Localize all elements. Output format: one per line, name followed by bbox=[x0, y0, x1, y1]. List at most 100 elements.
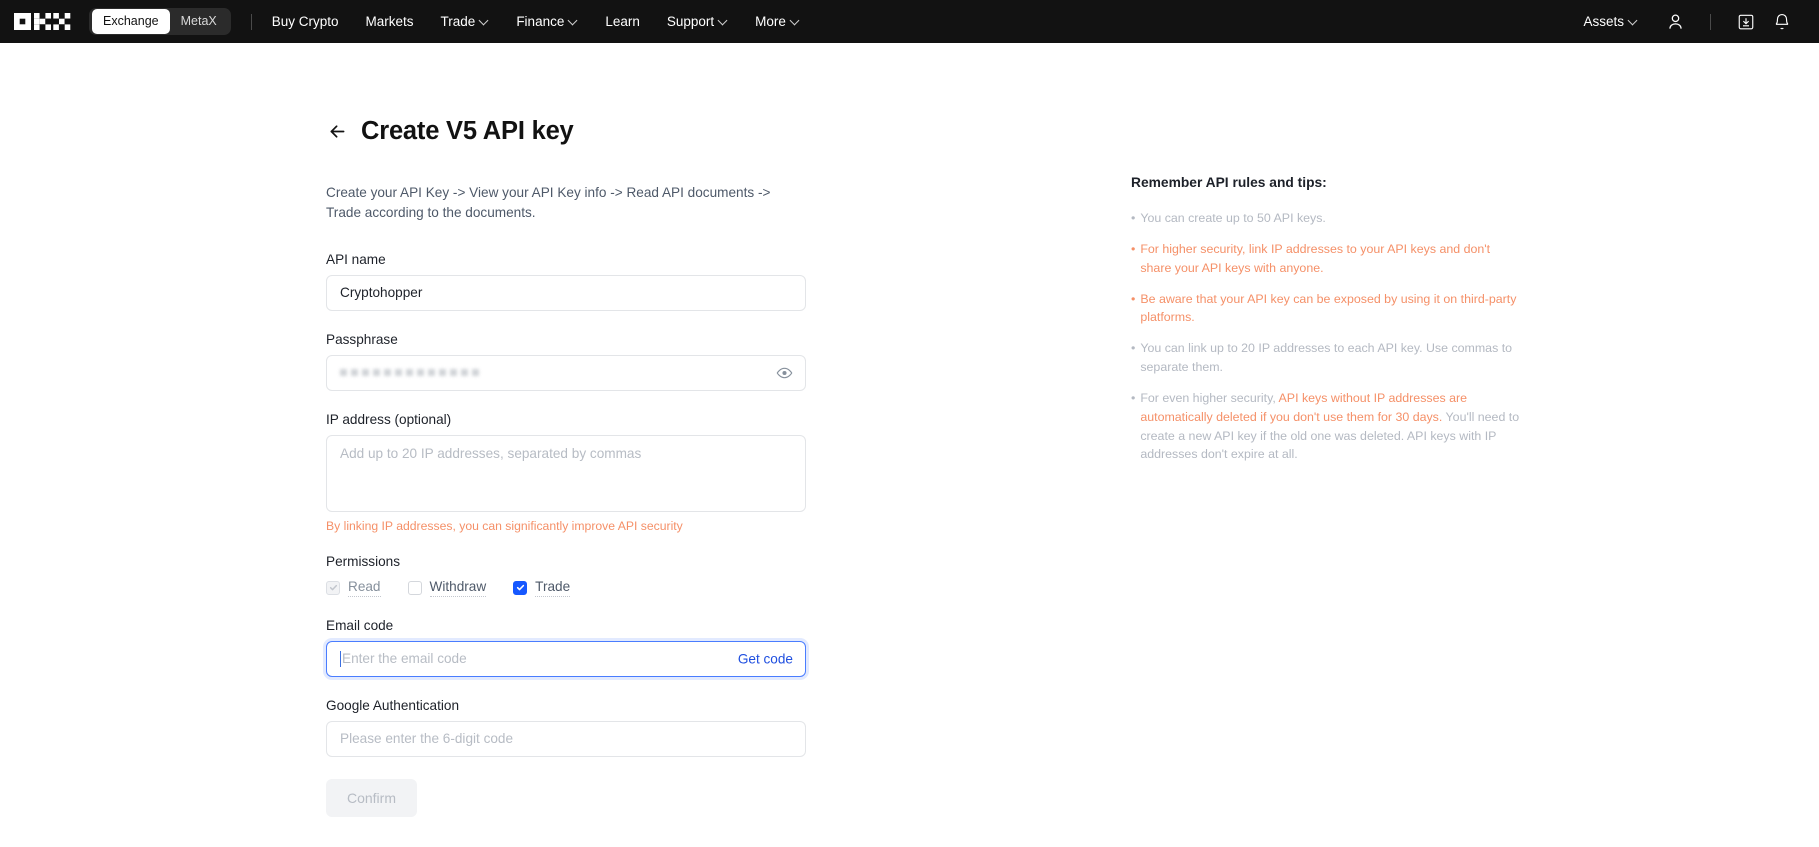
page-header: Create V5 API key bbox=[326, 117, 806, 146]
tip-text: You can create up to 50 API keys. bbox=[1140, 211, 1326, 225]
api-name-input[interactable]: Cryptohopper bbox=[326, 274, 806, 311]
permissions-label: Permissions bbox=[326, 553, 401, 569]
field-permissions: Permissions Read Withdraw Trade bbox=[326, 554, 806, 597]
ip-address-textarea[interactable]: Add up to 20 IP addresses, separated by … bbox=[326, 434, 806, 512]
nav-item-buy-crypto[interactable]: Buy Crypto bbox=[272, 14, 339, 29]
field-api-name: API name Cryptohopper bbox=[326, 252, 806, 311]
passphrase-masked-value bbox=[340, 369, 479, 377]
bullet-icon: • bbox=[1131, 341, 1136, 356]
nav-item-trade[interactable]: Trade bbox=[441, 14, 490, 29]
confirm-button[interactable]: Confirm bbox=[326, 778, 417, 817]
nav-item-more[interactable]: More bbox=[755, 14, 800, 29]
field-email-code: Email code Enter the email code Get code bbox=[326, 618, 806, 677]
nav-item-support[interactable]: Support bbox=[667, 14, 728, 29]
tips-title: Remember API rules and tips: bbox=[1131, 175, 1327, 190]
okx-logo[interactable] bbox=[14, 13, 71, 30]
ip-address-placeholder: Add up to 20 IP addresses, separated by … bbox=[340, 445, 642, 461]
check-icon bbox=[329, 585, 337, 591]
bullet-icon: • bbox=[1131, 241, 1136, 256]
text-cursor bbox=[340, 650, 341, 667]
chevron-down-icon bbox=[1629, 16, 1638, 25]
chevron-down-icon bbox=[480, 16, 489, 25]
permission-checkbox-withdraw[interactable]: Withdraw bbox=[407, 579, 487, 597]
nav-item-markets[interactable]: Markets bbox=[366, 14, 414, 29]
ip-address-hint: By linking IP addresses, you can signifi… bbox=[326, 518, 683, 533]
permission-checkbox-read[interactable]: Read bbox=[326, 579, 381, 597]
field-passphrase: Passphrase bbox=[326, 332, 806, 391]
field-ip-address: IP address (optional) Add up to 20 IP ad… bbox=[326, 412, 806, 533]
api-name-label: API name bbox=[326, 251, 386, 267]
segment-metax[interactable]: MetaX bbox=[170, 9, 228, 34]
tip-item: • For higher security, link IP addresses… bbox=[1131, 240, 1523, 278]
email-code-input[interactable]: Enter the email code Get code bbox=[326, 640, 806, 677]
tip-item: • For even higher security, API keys wit… bbox=[1131, 389, 1523, 464]
nav-item-label: Buy Crypto bbox=[271, 14, 339, 29]
page-body: Create V5 API key Create your API Key ->… bbox=[0, 43, 1819, 817]
nav-item-label: More bbox=[755, 14, 786, 29]
permission-label: Withdraw bbox=[429, 579, 487, 597]
form-column: Create V5 API key Create your API Key ->… bbox=[326, 117, 806, 817]
back-arrow-icon[interactable] bbox=[326, 121, 348, 143]
nav-divider bbox=[1710, 13, 1711, 30]
tip-item: • You can link up to 20 IP addresses to … bbox=[1131, 339, 1523, 377]
tips-panel: Remember API rules and tips: • You can c… bbox=[1131, 117, 1531, 817]
nav-item-label: Learn bbox=[605, 14, 640, 29]
nav-right-group: Assets bbox=[1583, 7, 1797, 37]
permission-checkbox-trade[interactable]: Trade bbox=[513, 579, 571, 597]
chevron-down-icon bbox=[791, 16, 800, 25]
permission-label: Trade bbox=[535, 579, 571, 597]
google-auth-placeholder: Please enter the 6-digit code bbox=[340, 731, 514, 747]
nav-item-label: Markets bbox=[365, 14, 414, 29]
permission-label: Read bbox=[348, 579, 381, 597]
bell-icon[interactable] bbox=[1767, 7, 1797, 37]
tip-item: • You can create up to 50 API keys. bbox=[1131, 209, 1523, 228]
checkbox-box bbox=[407, 580, 422, 595]
google-auth-label: Google Authentication bbox=[326, 697, 460, 713]
tip-text: For higher security, link IP addresses t… bbox=[1140, 241, 1491, 275]
nav-item-label: Trade bbox=[440, 14, 476, 29]
segment-exchange[interactable]: Exchange bbox=[92, 9, 170, 34]
intro-text: Create your API Key -> View your API Key… bbox=[326, 185, 771, 220]
nav-item-finance[interactable]: Finance bbox=[516, 14, 578, 29]
get-code-button[interactable]: Get code bbox=[738, 651, 793, 666]
eye-icon[interactable] bbox=[776, 364, 793, 381]
nav-item-learn[interactable]: Learn bbox=[605, 14, 640, 29]
chevron-down-icon bbox=[719, 16, 728, 25]
nav-divider bbox=[250, 13, 252, 30]
email-code-label: Email code bbox=[326, 617, 394, 633]
bullet-icon: • bbox=[1131, 291, 1136, 306]
passphrase-label: Passphrase bbox=[326, 331, 398, 347]
checkbox-box bbox=[513, 580, 528, 595]
content-wrapper: Create V5 API key Create your API Key ->… bbox=[0, 43, 1819, 817]
tip-item: • Be aware that your API key can be expo… bbox=[1131, 290, 1523, 328]
chevron-down-icon bbox=[569, 16, 578, 25]
passphrase-input[interactable] bbox=[326, 354, 806, 391]
nav-item-label: Finance bbox=[516, 14, 565, 29]
download-icon[interactable] bbox=[1731, 7, 1761, 37]
email-code-placeholder: Enter the email code bbox=[342, 651, 467, 667]
tip-text-part: For even higher security, bbox=[1140, 390, 1279, 405]
field-google-auth: Google Authentication Please enter the 6… bbox=[326, 698, 806, 757]
nav-item-assets[interactable]: Assets bbox=[1583, 14, 1638, 29]
user-icon[interactable] bbox=[1660, 7, 1690, 37]
checkbox-box bbox=[326, 580, 340, 595]
api-name-value: Cryptohopper bbox=[340, 285, 423, 301]
nav-item-label: Assets bbox=[1583, 14, 1624, 29]
check-icon bbox=[516, 585, 524, 591]
tip-text: You can link up to 20 IP addresses to ea… bbox=[1140, 341, 1513, 375]
permissions-row: Read Withdraw Trade bbox=[326, 579, 806, 597]
main-nav-links: Buy Crypto Markets Trade Finance Learn S… bbox=[272, 14, 800, 29]
product-switcher: Exchange MetaX bbox=[89, 8, 231, 35]
ip-address-label: IP address (optional) bbox=[326, 411, 452, 427]
tip-text: Be aware that your API key can be expose… bbox=[1140, 291, 1517, 325]
nav-item-label: Support bbox=[666, 14, 715, 29]
top-navigation-bar: Exchange MetaX Buy Crypto Markets Trade … bbox=[0, 0, 1819, 43]
bullet-icon: • bbox=[1131, 211, 1136, 225]
google-auth-input[interactable]: Please enter the 6-digit code bbox=[326, 720, 806, 757]
bullet-icon: • bbox=[1131, 390, 1136, 405]
